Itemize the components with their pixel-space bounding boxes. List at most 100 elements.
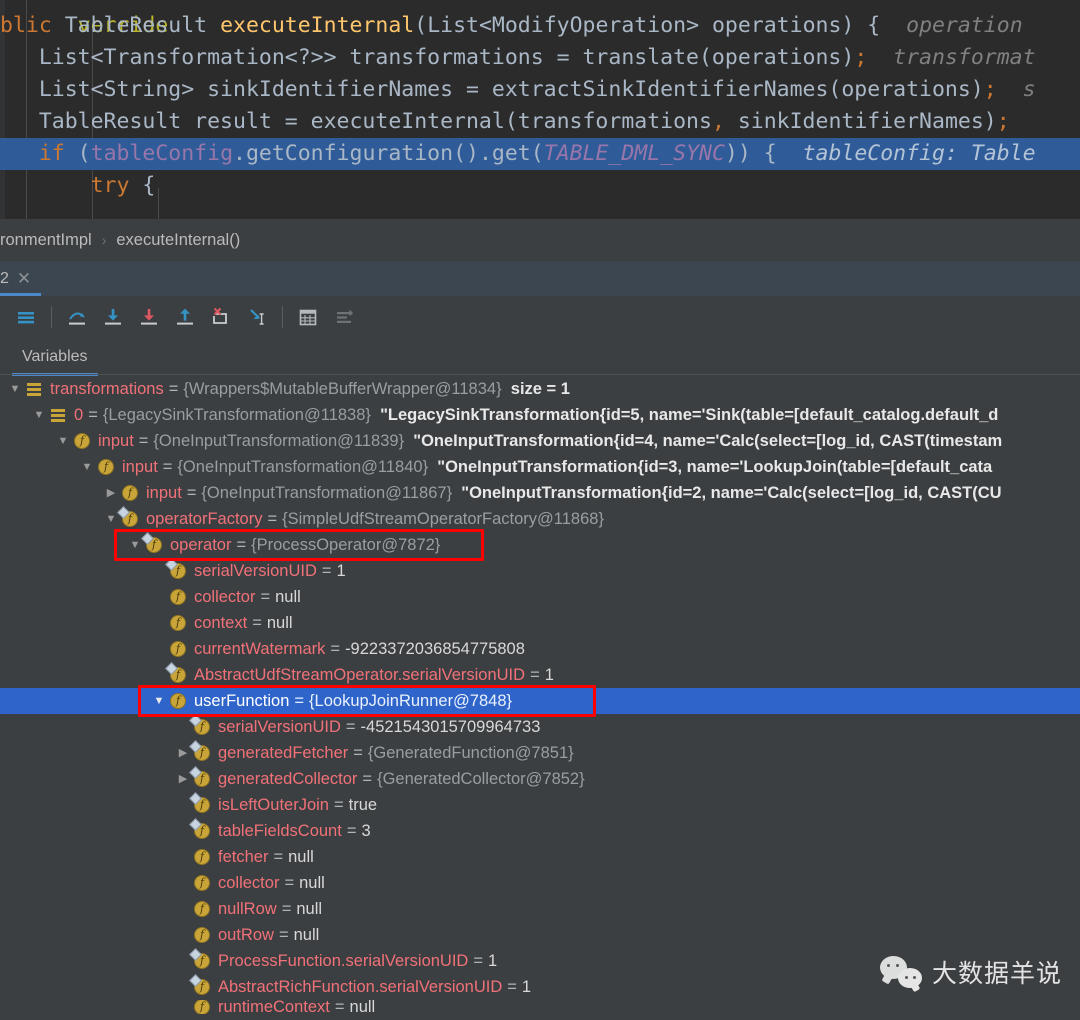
variable-name: operator [170, 536, 232, 554]
variable-row[interactable]: ▶ f generatedFetcher = {GeneratedFunction@78… [0, 740, 1080, 766]
code-line-signature[interactable]: blic TableResult executeInternal(List<Mo… [0, 10, 1080, 42]
equals-sign: = [236, 536, 247, 554]
variable-name: transformations [50, 380, 164, 398]
collapse-arrow-icon[interactable]: ▼ [150, 688, 168, 714]
code-token: )) { [724, 141, 777, 166]
variable-row[interactable]: ▼ f input = {OneInputTransformation@11839} "… [0, 428, 1080, 454]
tab-variables[interactable]: Variables [12, 337, 98, 376]
variable-row[interactable]: f nullRow = null [0, 896, 1080, 922]
debug-tab-active[interactable]: 2 ✕ [0, 261, 42, 296]
arrow-placeholder [174, 922, 192, 948]
code-editor[interactable]: verride blic TableResult executeInternal… [0, 0, 1080, 219]
equals-sign: = [333, 796, 344, 814]
variable-row[interactable]: f AbstractUdfStreamOperator.serialVersion… [0, 662, 1080, 688]
variable-row[interactable]: f isLeftOuterJoin = true [0, 792, 1080, 818]
collapse-arrow-icon[interactable]: ▼ [78, 454, 96, 480]
code-line-translate[interactable]: List<Transformation<?>> transformations … [0, 42, 1080, 74]
static-field-icon: f [189, 740, 212, 763]
step-into-icon[interactable] [97, 301, 129, 333]
static-field-icon: f [165, 662, 188, 685]
variable-row[interactable]: ▼ 0 = {LegacySinkTransformation@11838} "Leg… [0, 402, 1080, 428]
debug-tab-strip[interactable]: 2 ✕ [0, 261, 1080, 296]
equals-sign: = [294, 692, 305, 710]
collapse-arrow-icon[interactable]: ▼ [102, 506, 120, 532]
step-out-icon[interactable] [169, 301, 201, 333]
collapse-arrow-icon[interactable]: ▼ [126, 532, 144, 558]
expand-arrow-icon[interactable]: ▶ [174, 766, 192, 792]
equals-sign: = [278, 926, 289, 944]
arrow-placeholder [174, 714, 192, 740]
variable-row[interactable]: f tableFieldsCount = 3 [0, 818, 1080, 844]
variable-row[interactable]: ▶ f input = {OneInputTransformation@11867} "… [0, 480, 1080, 506]
collapse-arrow-icon[interactable]: ▼ [54, 428, 72, 454]
step-over-icon[interactable] [61, 301, 93, 333]
variable-value: size = 1 [501, 380, 570, 398]
show-execution-point-icon[interactable] [10, 301, 42, 333]
variable-row[interactable]: f serialVersionUID = -4521543015709964733 [0, 714, 1080, 740]
variable-row[interactable]: f serialVersionUID = 1 [0, 558, 1080, 584]
code-token: TableResult [64, 13, 221, 38]
code-token: executeInternal [220, 13, 415, 38]
code-token: ; [854, 45, 868, 70]
run-to-cursor-icon[interactable] [241, 301, 273, 333]
code-token: ; [996, 109, 1010, 134]
force-step-into-icon[interactable] [133, 301, 165, 333]
code-token: tableConfig [90, 141, 234, 166]
settings-icon[interactable] [328, 301, 360, 333]
variable-row[interactable]: ▼ f input = {OneInputTransformation@11840} "… [0, 454, 1080, 480]
variables-tab-bar[interactable]: Variables [0, 337, 1080, 376]
code-token: { [129, 173, 156, 198]
collapse-arrow-icon[interactable]: ▼ [30, 402, 48, 428]
close-icon[interactable]: ✕ [17, 270, 31, 287]
debugger-toolbar[interactable] [0, 296, 1080, 337]
breadcrumb-class[interactable]: ronmentImpl [0, 231, 92, 250]
variable-name: operatorFactory [146, 510, 263, 528]
breadcrumb[interactable]: ronmentImpl › executeInternal() [0, 219, 1080, 261]
variable-value: null [349, 1000, 376, 1014]
variable-row[interactable]: f currentWatermark = -9223372036854775808 [0, 636, 1080, 662]
collection-icon [24, 379, 44, 399]
variable-row[interactable]: ▼ f operatorFactory = {SimpleUdfStreamOperat… [0, 506, 1080, 532]
code-line-execute-internal-call[interactable]: TableResult result = executeInternal(tra… [0, 106, 1080, 138]
variable-row[interactable]: f context = null [0, 610, 1080, 636]
expand-arrow-icon[interactable]: ▶ [102, 480, 120, 506]
code-line-try-block[interactable]: try { [0, 170, 1080, 202]
variable-name: input [146, 484, 182, 502]
variable-row[interactable]: f fetcher = null [0, 844, 1080, 870]
drop-frame-icon[interactable] [205, 301, 237, 333]
variable-reference: {OneInputTransformation@11840} [177, 458, 429, 476]
variable-value: null [266, 614, 293, 632]
code-line-extract-sink-names[interactable]: List<String> sinkIdentifierNames = extra… [0, 74, 1080, 106]
watermark: 大数据羊说 [879, 954, 1062, 990]
arrow-placeholder [150, 610, 168, 636]
evaluate-expression-icon[interactable] [292, 301, 324, 333]
code-token: (List<ModifyOperation> operations) { [414, 13, 881, 38]
expand-arrow-icon[interactable]: ▶ [174, 740, 192, 766]
variable-value: null [288, 848, 314, 866]
code-token: operation [880, 13, 1023, 38]
equals-sign: = [252, 614, 262, 632]
variable-value: "OneInputTransformation{id=2, name='Calc… [452, 484, 1002, 502]
variable-name: runtimeContext [218, 1000, 330, 1014]
variable-value: -4521543015709964733 [360, 718, 541, 736]
variable-row[interactable]: ▶ f generatedCollector = {GeneratedCollector… [0, 766, 1080, 792]
static-field-icon: f [165, 558, 188, 581]
variable-name: serialVersionUID [218, 718, 341, 736]
static-field-icon: f [117, 506, 140, 529]
variable-value: 1 [544, 666, 554, 684]
variable-row[interactable]: f collector = null [0, 870, 1080, 896]
variable-row[interactable]: ▼ transformations = {Wrappers$MutableBuffer… [0, 376, 1080, 402]
breadcrumb-method[interactable]: executeInternal() [116, 231, 240, 250]
breadcrumb-separator-icon: › [101, 232, 107, 248]
variable-row[interactable]: f outRow = null [0, 922, 1080, 948]
code-line-if-table-dml-sync[interactable]: if (tableConfig.getConfiguration().get(T… [0, 138, 1080, 170]
collapse-arrow-icon[interactable]: ▼ [6, 376, 24, 402]
variable-row[interactable]: ▼ f operator = {ProcessOperator@7872} [0, 532, 1080, 558]
variable-value: true [348, 796, 378, 814]
static-field-icon: f [189, 974, 212, 997]
variables-tree[interactable]: ▼ transformations = {Wrappers$MutableBuffer… [0, 376, 1080, 1020]
equals-sign: = [507, 978, 517, 996]
variable-row[interactable]: ▼ f userFunction = {LookupJoinRunner@7848} [0, 688, 1080, 714]
variable-row[interactable]: f collector = null [0, 584, 1080, 610]
variable-row[interactable]: f runtimeContext = null [0, 1000, 1080, 1014]
